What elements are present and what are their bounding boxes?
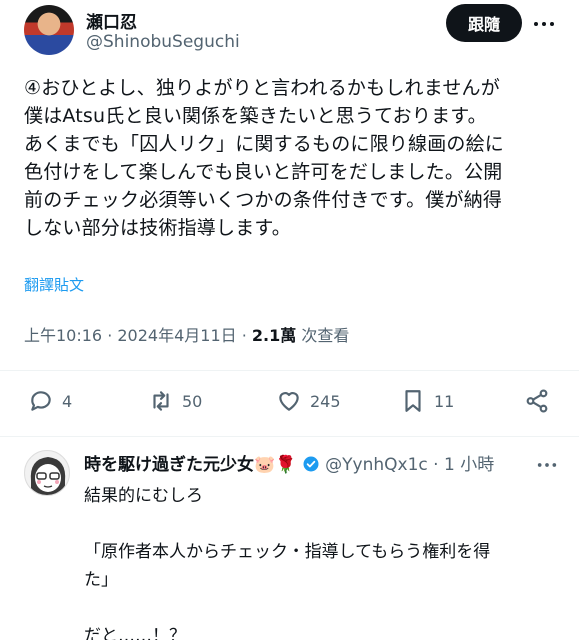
- tweet-timestamp[interactable]: 上午10:16 · 2024年4月11日 ·: [24, 326, 252, 345]
- verified-badge-icon: [303, 456, 319, 472]
- author-name[interactable]: 瀬口忍: [86, 8, 137, 33]
- tweet-line: 前のチェック必須等いくつかの条件付きです。僕が納得: [24, 189, 503, 211]
- reply-author-handle[interactable]: @YynhQx1c: [325, 455, 428, 475]
- tweet-header: 瀬口忍 @ShinobuSeguchi 跟隨: [0, 0, 579, 64]
- reply-author-name[interactable]: 時を駆け過ぎた元少女🐷🌹: [84, 455, 296, 475]
- cartoon-face-icon: [30, 457, 66, 495]
- reply-line: 「原作者本人からチェック・指導してもらう権利を得: [84, 542, 491, 562]
- heart-icon: [279, 392, 299, 411]
- reply-tweet[interactable]: 時を駆け過ぎた元少女🐷🌹 @YynhQx1c · 1 小時 結果的にむしろ 「原…: [0, 444, 579, 640]
- repost-icon: [153, 391, 169, 411]
- reply-count: 4: [62, 391, 73, 411]
- bookmark-icon: [405, 390, 421, 412]
- reply-line: だと……！？: [84, 626, 186, 640]
- share-button[interactable]: [524, 388, 550, 414]
- reply-more-options-icon[interactable]: [536, 454, 558, 476]
- action-bar: 4 50 245 11: [0, 380, 579, 424]
- reply-line: た」: [84, 570, 118, 590]
- follow-button[interactable]: 跟隨: [446, 4, 522, 42]
- view-label: 次查看: [296, 326, 350, 345]
- more-options-icon[interactable]: [532, 12, 556, 36]
- reply-time[interactable]: · 1 小時: [428, 455, 494, 475]
- reply-avatar[interactable]: [24, 450, 70, 496]
- tweet-meta: 上午10:16 · 2024年4月11日 · 2.1萬 次查看: [24, 322, 349, 346]
- reply-button[interactable]: 4: [28, 388, 72, 414]
- translate-post-link[interactable]: 翻譯貼文: [24, 274, 84, 295]
- view-count: 2.1萬: [251, 326, 297, 345]
- tweet-line: ④おひとよし、独りよがりと言われるかもしれませんが: [24, 77, 500, 99]
- divider: [0, 436, 579, 437]
- tweet-line: しない部分は技術指導します。: [24, 217, 291, 239]
- author-handle[interactable]: @ShinobuSeguchi: [86, 32, 240, 52]
- reply-line: [84, 594, 564, 622]
- tweet-line: 僕はAtsu氏と良い関係を築きたいと思うております。: [24, 105, 487, 127]
- reply-line: [84, 510, 564, 538]
- repost-button[interactable]: 50: [148, 388, 202, 414]
- tweet-text: ④おひとよし、独りよがりと言われるかもしれませんが 僕はAtsu氏と良い関係を築…: [24, 74, 570, 242]
- divider: [0, 370, 579, 371]
- bookmark-button[interactable]: 11: [400, 388, 454, 414]
- reply-line: 結果的にむしろ: [84, 486, 203, 506]
- like-button[interactable]: 245: [276, 388, 341, 414]
- share-icon: [526, 389, 548, 413]
- like-count: 245: [310, 391, 341, 411]
- reply-icon: [31, 391, 51, 411]
- reply-text: 結果的にむしろ 「原作者本人からチェック・指導してもらう権利を得 た」 だと………: [84, 482, 564, 640]
- tweet-line: 色付けをして楽しんでも良いと許可をだしました。公開: [24, 161, 503, 183]
- bookmark-count: 11: [434, 391, 455, 411]
- tweet-line: あくまでも「囚人リク」に関するものに限り線画の絵に: [24, 133, 505, 155]
- author-avatar[interactable]: [24, 5, 74, 55]
- repost-count: 50: [182, 391, 203, 411]
- reply-header: 時を駆け過ぎた元少女🐷🌹 @YynhQx1c · 1 小時: [84, 450, 554, 475]
